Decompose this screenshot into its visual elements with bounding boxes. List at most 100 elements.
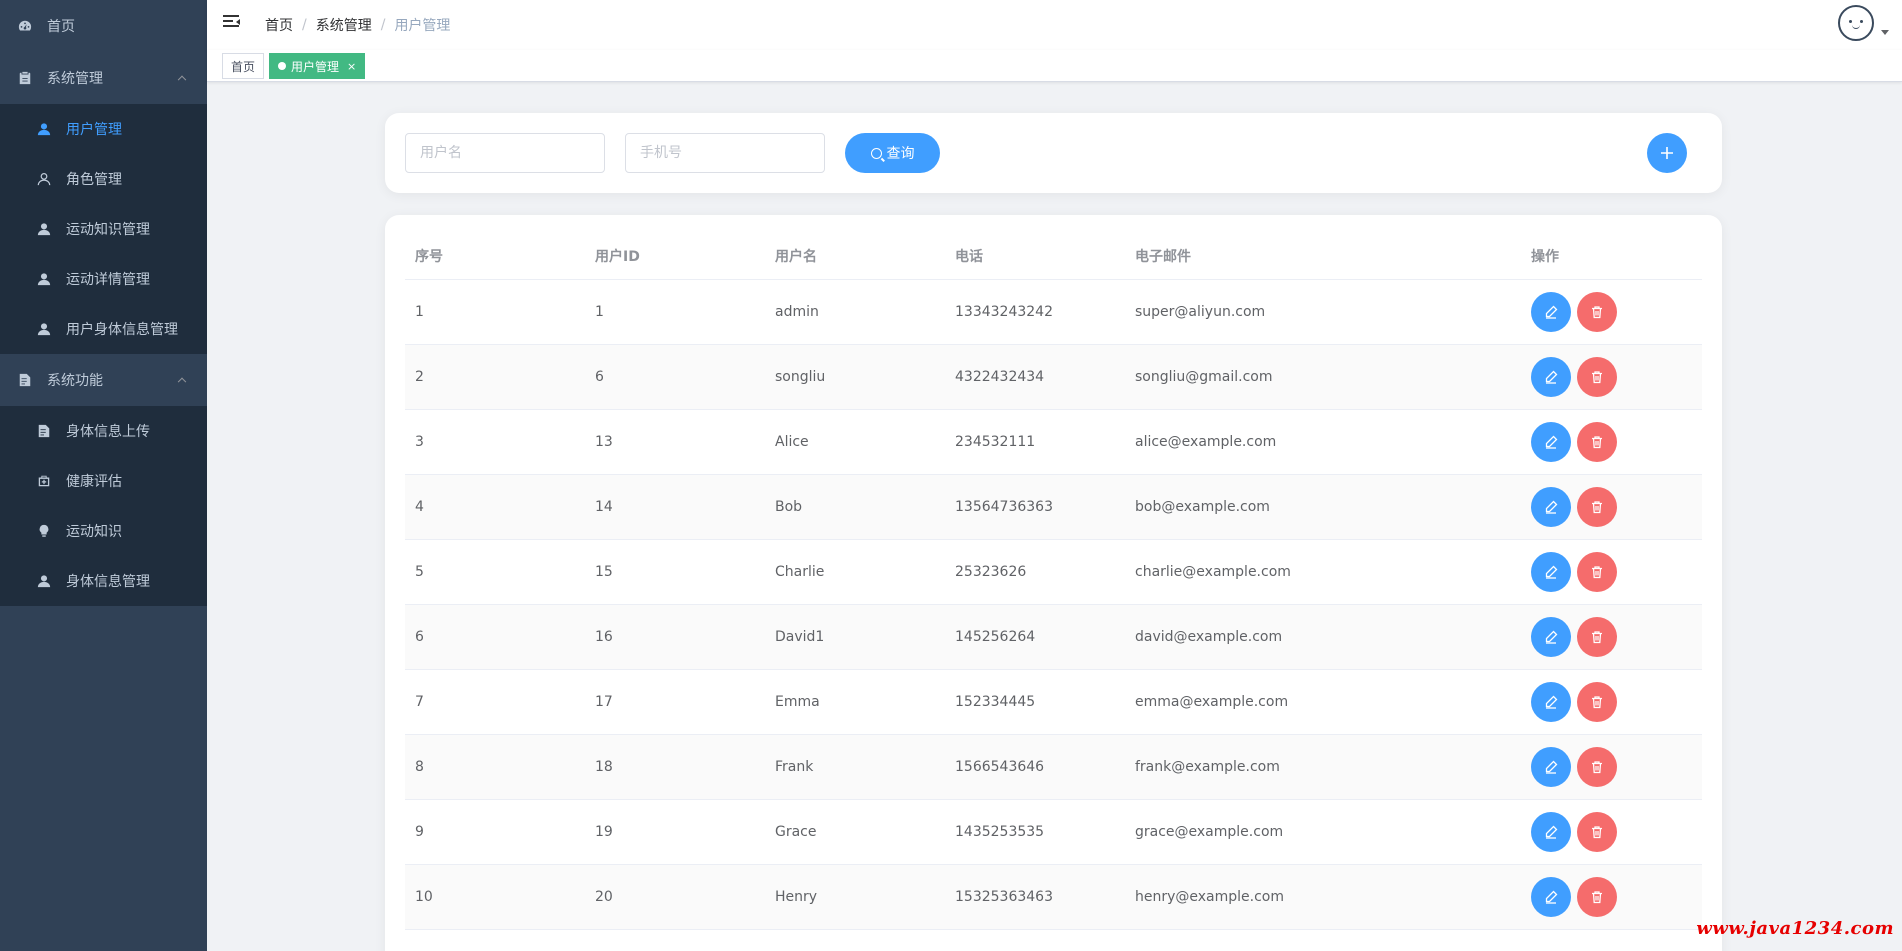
menu-label: 身体信息管理 [66,574,150,590]
menu-item-sport-detail-management[interactable]: 运动详情管理 [0,254,207,304]
column-header-user-id: 用户ID [585,234,765,280]
menu-item-role-management[interactable]: 角色管理 [0,154,207,204]
menu-item-home[interactable]: 首页 [0,0,207,52]
menu-item-system-management[interactable]: 系统管理 [0,52,207,104]
edit-icon [1545,435,1558,449]
phone-input[interactable] [625,133,825,173]
cell-username: David1 [765,604,945,670]
query-button[interactable]: 查询 [845,133,940,173]
table-row: 5 15 Charlie 25323626 charlie@example.com [405,539,1702,605]
table-row: 10 20 Henry 15325363463 henry@example.com [405,864,1702,930]
cell-phone: 13564736363 [945,474,1125,540]
cell-username: Emma [765,669,945,735]
edit-button[interactable] [1531,551,1571,592]
cell-index: 4 [405,474,585,540]
menu-label: 运动知识管理 [66,222,150,238]
delete-button[interactable] [1577,291,1617,332]
cell-username: admin [765,279,945,345]
add-user-button[interactable] [1647,133,1687,173]
column-header-actions: 操作 [1521,234,1702,280]
table-card: 序号 用户ID 用户名 电话 电子邮件 操作 1 1 admin 1334324324… [385,215,1722,951]
delete-button[interactable] [1577,811,1617,852]
breadcrumb-separator: / [302,17,307,33]
bulb-icon [36,523,52,539]
cell-email: charlie@example.com [1125,539,1521,605]
menu-item-body-info-upload[interactable]: 身体信息上传 [0,406,207,456]
edit-button[interactable] [1531,616,1571,657]
table-row: 3 13 Alice 234532111 alice@example.com [405,409,1702,475]
edit-icon [1545,370,1558,384]
cell-username: Frank [765,734,945,800]
delete-icon [1592,825,1602,838]
tags-view: 首页 用户管理 × [207,50,1902,82]
cell-actions [1521,604,1702,670]
edit-button[interactable] [1531,876,1571,917]
breadcrumb-home[interactable]: 首页 [265,15,293,35]
document-icon [36,423,52,439]
menu-item-body-info-management[interactable]: 身体信息管理 [0,556,207,606]
cell-actions [1521,474,1702,540]
cell-user-id: 17 [585,669,765,735]
menu-item-system-functions[interactable]: 系统功能 [0,354,207,406]
cell-phone: 1566543646 [945,734,1125,800]
edit-button[interactable] [1531,681,1571,722]
edit-icon [1545,630,1558,644]
menu-item-user-body-info-management[interactable]: 用户身体信息管理 [0,304,207,354]
cell-index: 7 [405,669,585,735]
delete-button[interactable] [1577,421,1617,462]
table-row: 4 14 Bob 13564736363 bob@example.com [405,474,1702,540]
delete-button[interactable] [1577,746,1617,787]
cell-email: david@example.com [1125,604,1521,670]
delete-button[interactable] [1577,551,1617,592]
cell-email: frank@example.com [1125,734,1521,800]
search-icon [870,147,882,159]
column-header-username: 用户名 [765,234,945,280]
cell-username: Henry [765,864,945,930]
menu-item-sport-knowledge-management[interactable]: 运动知识管理 [0,204,207,254]
edit-button[interactable] [1531,291,1571,332]
menu-label: 首页 [47,19,75,35]
delete-button[interactable] [1577,681,1617,722]
edit-button[interactable] [1531,746,1571,787]
user-icon [36,271,52,287]
tag-home[interactable]: 首页 [222,53,265,79]
avatar[interactable] [1838,5,1874,41]
avatar-eye [1860,20,1863,23]
user-table: 序号 用户ID 用户名 电话 电子邮件 操作 1 1 admin 1334324324… [405,234,1702,930]
column-header-email: 电子邮件 [1125,234,1521,280]
medical-kit-icon [36,473,52,489]
edit-button[interactable] [1531,356,1571,397]
tag-label: 用户管理 [291,59,340,74]
cell-actions [1521,864,1702,930]
cell-user-id: 20 [585,864,765,930]
tag-user-management[interactable]: 用户管理 × [269,53,366,79]
chevron-up-icon [177,377,187,387]
menu-item-user-management[interactable]: 用户管理 [0,104,207,154]
caret-down-icon[interactable] [1881,30,1889,35]
plus-icon [1661,147,1673,159]
delete-button[interactable] [1577,616,1617,657]
edit-button[interactable] [1531,421,1571,462]
cell-email: emma@example.com [1125,669,1521,735]
menu-item-sport-knowledge[interactable]: 运动知识 [0,506,207,556]
edit-button[interactable] [1531,811,1571,852]
user-outline-icon [36,171,52,187]
cell-phone: 234532111 [945,409,1125,475]
cell-index: 10 [405,864,585,930]
cell-email: henry@example.com [1125,864,1521,930]
menu-item-health-assessment[interactable]: 健康评估 [0,456,207,506]
delete-button[interactable] [1577,356,1617,397]
close-icon[interactable]: × [347,60,356,73]
edit-button[interactable] [1531,486,1571,527]
breadcrumb-system-management[interactable]: 系统管理 [316,15,372,35]
username-input[interactable] [405,133,605,173]
menu-label: 运动详情管理 [66,272,150,288]
cell-email: alice@example.com [1125,409,1521,475]
delete-button[interactable] [1577,486,1617,527]
cell-email: songliu@gmail.com [1125,344,1521,410]
delete-icon [1592,565,1602,578]
delete-button[interactable] [1577,876,1617,917]
submenu-system-functions: 身体信息上传 健康评估 运动知识 身体信息管理 [0,406,207,606]
hamburger-menu-icon[interactable] [223,14,241,30]
delete-icon [1592,760,1602,773]
